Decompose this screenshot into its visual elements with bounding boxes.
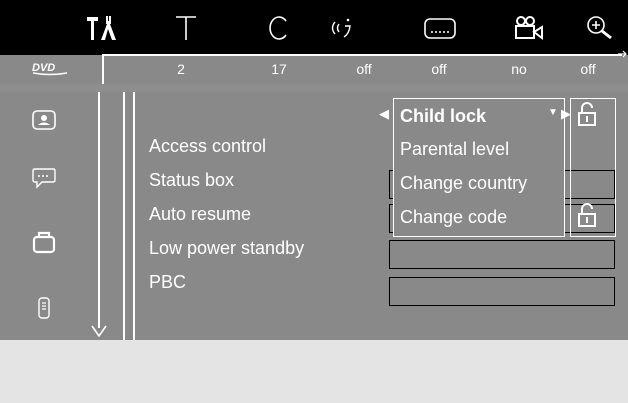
- dvd-logo-icon: DVD: [32, 62, 68, 76]
- chapter-icon[interactable]: [260, 12, 296, 44]
- status-zoom-value: off: [580, 61, 596, 77]
- scroll-down-arrow-icon[interactable]: [91, 324, 107, 338]
- menu-divider-left: [123, 92, 125, 340]
- subtitle-settings-icon[interactable]: [31, 165, 57, 191]
- menu-divider-right: [133, 92, 135, 340]
- status-audio-value: off: [356, 61, 372, 77]
- unlocked-lock-icon[interactable]: [577, 202, 597, 228]
- submenu-item-parental-level[interactable]: Parental level: [400, 139, 509, 160]
- angle-camera-icon[interactable]: [510, 12, 546, 44]
- low-power-standby-value-field[interactable]: [389, 240, 615, 269]
- dvd-setup-screen: DVD 2 17 off off no off Access control S…: [0, 0, 628, 403]
- submenu-left-arrow[interactable]: ◀: [379, 106, 389, 122]
- status-angle-value: no: [511, 61, 527, 77]
- zoom-icon[interactable]: [582, 12, 618, 44]
- menu-item-status-box[interactable]: Status box: [149, 170, 234, 191]
- menu-separator: [0, 84, 628, 92]
- submenu-item-child-lock[interactable]: Child lock: [400, 106, 486, 127]
- status-chapter-value: 17: [271, 61, 287, 77]
- picture-settings-icon[interactable]: [31, 107, 57, 133]
- submenu-item-change-code[interactable]: Change code: [400, 207, 507, 228]
- unlocked-lock-icon[interactable]: [577, 101, 597, 127]
- scroll-track[interactable]: [98, 92, 100, 328]
- bottom-info-area: [0, 340, 628, 403]
- top-icon-bar: [0, 0, 628, 55]
- menu-item-access-control[interactable]: Access control: [149, 136, 266, 157]
- access-control-submenu: Child lock Parental level Change country…: [393, 98, 565, 237]
- settings-tools-icon[interactable]: [82, 12, 118, 44]
- status-subtitle-value: off: [431, 61, 447, 77]
- status-title-value: 2: [177, 61, 185, 77]
- svg-text:DVD: DVD: [32, 62, 55, 74]
- status-arrow-icon: [618, 50, 627, 58]
- submenu-item-change-country[interactable]: Change country: [400, 173, 527, 194]
- status-divider-line: [102, 54, 622, 56]
- remote-control-icon[interactable]: [31, 295, 57, 321]
- menu-item-low-power-standby[interactable]: Low power standby: [149, 238, 304, 259]
- status-left-divider: [102, 54, 104, 84]
- menu-item-pbc[interactable]: PBC: [149, 272, 186, 293]
- pbc-value-field[interactable]: [389, 277, 615, 306]
- menu-item-auto-resume[interactable]: Auto resume: [149, 204, 251, 225]
- submenu-down-arrow[interactable]: ▼: [548, 107, 558, 118]
- audio-icon[interactable]: [324, 12, 360, 44]
- subtitle-icon[interactable]: [422, 12, 458, 44]
- status-bar: DVD 2 17 off off no off: [0, 55, 628, 84]
- title-icon[interactable]: [168, 12, 204, 44]
- features-bag-icon[interactable]: [31, 229, 57, 255]
